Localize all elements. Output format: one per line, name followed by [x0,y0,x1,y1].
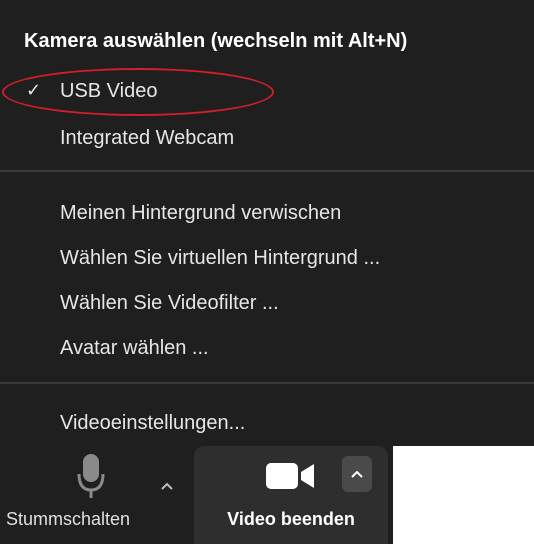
microphone-icon [77,454,105,498]
menu-item-label: Wählen Sie Videofilter ... [60,292,279,314]
mute-label: Stummschalten [6,509,131,529]
menu-item-video-filter[interactable]: Wählen Sie Videofilter ... [0,284,534,324]
menu-divider [0,170,534,172]
meeting-toolbar: Stummschalten Video beenden [0,446,393,544]
menu-title: Kamera auswählen (wechseln mit Alt+N) [24,30,408,52]
checkmark-icon: ✓ [26,80,42,100]
menu-item-video-settings[interactable]: Videoeinstellungen... [0,404,534,444]
menu-item-usb-video[interactable]: ✓ USB Video [0,72,534,112]
menu-item-label: Integrated Webcam [60,127,235,149]
chevron-up-icon [351,470,363,478]
camera-dropdown-menu: Kamera auswählen (wechseln mit Alt+N) ✓ … [0,0,534,446]
menu-item-avatar[interactable]: Avatar wählen ... [0,329,534,369]
chevron-up-icon [161,482,173,490]
video-options-chevron[interactable] [342,456,372,492]
menu-item-label: Avatar wählen ... [60,337,209,359]
menu-item-label: USB Video [60,80,158,102]
menu-item-label: Meinen Hintergrund verwischen [60,202,342,224]
stop-video-label: Video beenden [227,509,355,529]
menu-item-blur-background[interactable]: Meinen Hintergrund verwischen [0,194,534,234]
menu-divider [0,382,534,384]
menu-item-virtual-background[interactable]: Wählen Sie virtuellen Hintergrund ... [0,239,534,279]
menu-item-label: Videoeinstellungen... [60,412,246,434]
menu-item-label: Wählen Sie virtuellen Hintergrund ... [60,247,381,269]
menu-item-integrated-webcam[interactable]: Integrated Webcam [0,119,534,159]
video-camera-icon [266,463,314,489]
audio-options-chevron[interactable] [152,468,182,504]
